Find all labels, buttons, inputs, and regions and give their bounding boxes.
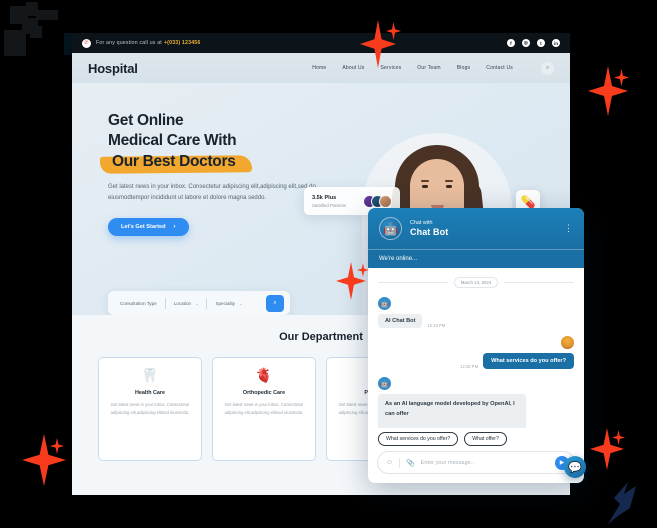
main-navigation: Home About Us Services Our Team Blogs Co… (312, 61, 554, 75)
message-timestamp: 12:23 PM (427, 323, 446, 328)
twitter-icon[interactable]: t (537, 39, 545, 47)
heart-icon: 🫀 (255, 367, 273, 383)
search-icon[interactable]: ⌕ (541, 61, 554, 75)
message-input[interactable] (420, 459, 549, 466)
filter-speciality[interactable]: Speciality ⌄ (209, 301, 248, 306)
chatbot-panel: 🤖 Chat with Chat Bot ⋮ We're online... M… (368, 208, 584, 483)
chatbot-message-list[interactable]: March 13, 2024 🤖 AI Chat Bot 12:23 PM 12… (368, 268, 584, 428)
robot-icon: 🤖 (378, 377, 391, 390)
message-row-bot-greeting: 🤖 (378, 297, 574, 310)
message-bubble-bot: AI Chat Bot (378, 314, 423, 328)
facebook-icon[interactable]: f (507, 39, 515, 47)
nav-item-our-team[interactable]: Our Team (417, 65, 440, 71)
date-divider: March 13, 2024 (378, 277, 575, 288)
hero-heading-line-3: Our Best Doctors (108, 152, 240, 172)
nav-item-home[interactable]: Home (312, 65, 326, 71)
kebab-menu-icon[interactable]: ⋮ (564, 223, 573, 233)
nav-item-services[interactable]: Services (381, 65, 402, 71)
hero-heading-line-1: Get Online (108, 112, 184, 129)
filter-consultation-type-label: Consultation Type (120, 300, 157, 306)
paperclip-icon[interactable]: 📎 (406, 459, 415, 467)
message-timestamp: 12:25 PM (460, 364, 479, 369)
ribbon-decoration (608, 482, 636, 524)
message-row-user-avatar (378, 336, 574, 349)
robot-icon: 🤖 (379, 217, 402, 240)
hero-heading: Get Online Medical Care With Our Best Do… (108, 111, 343, 172)
filter-location-label: Location (173, 300, 192, 306)
tooth-icon: 🦷 (141, 367, 159, 383)
filter-consultation-type[interactable]: Consultation Type (114, 301, 163, 306)
chatbot-status: We're online... (368, 249, 584, 268)
message-row-bot-name: AI Chat Bot 12:23 PM (378, 314, 574, 328)
nav-item-blogs[interactable]: Blogs (457, 65, 471, 71)
linkedin-icon[interactable]: in (552, 39, 560, 47)
department-card-orthopedic-care[interactable]: 🫀 Orthopedic Care Get latest news in you… (212, 357, 316, 461)
department-card-desc: Get latest news in your inbox. Consectet… (110, 402, 190, 415)
topbar-text: For any question call us at (96, 40, 162, 46)
chatbot-input-bar[interactable]: ☺ 📎 ▶ (377, 451, 575, 474)
get-started-button[interactable]: Let's Get Started › (108, 217, 189, 236)
patient-avatars (363, 194, 392, 208)
consultation-filter-bar[interactable]: Consultation Type Location ⌄ Speciality … (108, 291, 290, 315)
message-bubble-bot-long: As an AI language model developed by Ope… (378, 394, 526, 428)
filter-divider (164, 297, 166, 309)
nav-item-about-us[interactable]: About Us (342, 65, 364, 71)
robot-icon: 🤖 (378, 297, 391, 310)
department-card-title: Health Care (135, 390, 165, 396)
chevron-down-icon: ⌄ (195, 300, 199, 306)
department-card-title: Orthopedic Care (242, 390, 286, 396)
chat-launcher-icon[interactable]: 💬 (564, 456, 586, 478)
hero-heading-line-2: Medical Care With (108, 132, 237, 150)
phone-icon: ✆ (82, 38, 91, 48)
site-navbar: Hospital Home About Us Services Our Team… (72, 53, 570, 83)
screenshot-stage: ✆ For any question call us at +(033) 123… (0, 0, 657, 528)
filter-location[interactable]: Location ⌄ (168, 301, 205, 306)
quick-reply-chips: What services do you offer? What offer? (368, 428, 584, 451)
quick-reply-what-offer[interactable]: What offer? (464, 432, 507, 446)
quick-reply-what-services[interactable]: What services do you offer? (378, 432, 459, 446)
satisfied-patients-label: Satisfied Patients (312, 202, 346, 208)
filter-divider (206, 297, 208, 309)
message-bubble-user: What services do you offer? (483, 353, 574, 369)
user-avatar (561, 336, 574, 349)
chatbot-header: 🤖 Chat with Chat Bot ⋮ (368, 208, 584, 249)
hero-copy: Get Online Medical Care With Our Best Do… (108, 111, 343, 236)
department-card-desc: Get latest news in your inbox. Consectet… (224, 402, 304, 415)
chevron-right-icon: › (173, 223, 176, 230)
chatbot-chat-with-label: Chat with (410, 220, 433, 226)
chatbot-title: Chat Bot (410, 227, 449, 237)
date-divider-label: March 13, 2024 (453, 277, 499, 288)
department-card-health-care[interactable]: 🦷 Health Care Get latest news in your in… (98, 357, 202, 461)
get-started-label: Let's Get Started (121, 223, 166, 230)
instagram-icon[interactable]: ◎ (522, 39, 530, 47)
topbar-phone-number[interactable]: +(033) 123456 (164, 40, 201, 46)
nav-item-contact-us[interactable]: Contact Us (486, 65, 513, 71)
satisfied-patients-value: 3.5k Plus (312, 194, 337, 201)
filter-search-button[interactable]: ⌕ (266, 294, 284, 312)
social-links[interactable]: f ◎ t in (507, 39, 560, 47)
message-row-bot-answer: As an AI language model developed by Ope… (378, 394, 574, 428)
chevron-down-icon: ⌄ (239, 300, 243, 306)
top-utility-bar: ✆ For any question call us at +(033) 123… (72, 33, 570, 53)
message-row-bot-answer-avatar: 🤖 (378, 377, 574, 390)
emoji-icon[interactable]: ☺ (386, 459, 393, 466)
filter-speciality-label: Speciality (215, 300, 236, 306)
site-logo[interactable]: Hospital (88, 61, 138, 76)
message-row-user: 12:25 PM What services do you offer? (378, 353, 574, 369)
